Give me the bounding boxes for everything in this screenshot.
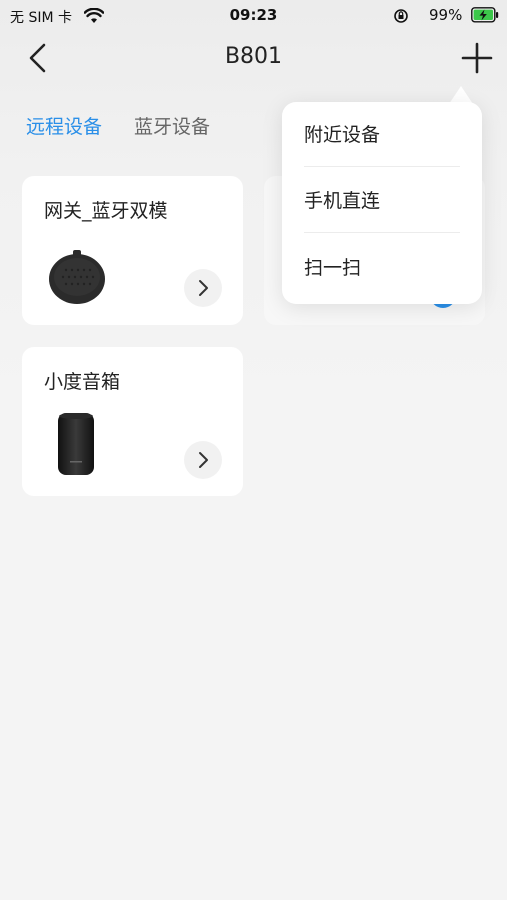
- battery-charging-icon: [471, 7, 499, 27]
- device-name: 小度音箱: [44, 371, 121, 393]
- menu-item-scan[interactable]: 扫一扫: [304, 235, 460, 301]
- device-card-speaker[interactable]: 小度音箱: [22, 347, 243, 496]
- tab-bluetooth-devices[interactable]: 蓝牙设备: [134, 112, 210, 139]
- device-name: 网关_蓝牙双模: [44, 200, 168, 222]
- menu-item-phone-direct[interactable]: 手机直连: [304, 168, 460, 234]
- smart-speaker-image: [56, 411, 96, 481]
- battery-percent: 99%: [429, 6, 463, 24]
- orientation-lock-icon: [393, 8, 409, 28]
- tab-remote-devices[interactable]: 远程设备: [26, 112, 102, 139]
- add-button[interactable]: [461, 42, 493, 74]
- device-card-gateway[interactable]: 网关_蓝牙双模: [22, 176, 243, 325]
- chevron-right-icon: [199, 280, 208, 296]
- open-device-button[interactable]: [184, 269, 222, 307]
- plus-icon: [461, 42, 493, 74]
- menu-divider: [304, 166, 460, 167]
- menu-item-nearby-devices[interactable]: 附近设备: [304, 102, 460, 168]
- page-title: B801: [224, 44, 283, 69]
- chevron-right-icon: [199, 452, 208, 468]
- status-bar: 无 SIM 卡 09:23 99%: [0, 0, 507, 32]
- open-device-button[interactable]: [184, 441, 222, 479]
- add-device-menu: 附近设备 手机直连 扫一扫: [282, 102, 482, 304]
- gateway-device-image: [46, 248, 108, 310]
- menu-divider: [304, 232, 460, 233]
